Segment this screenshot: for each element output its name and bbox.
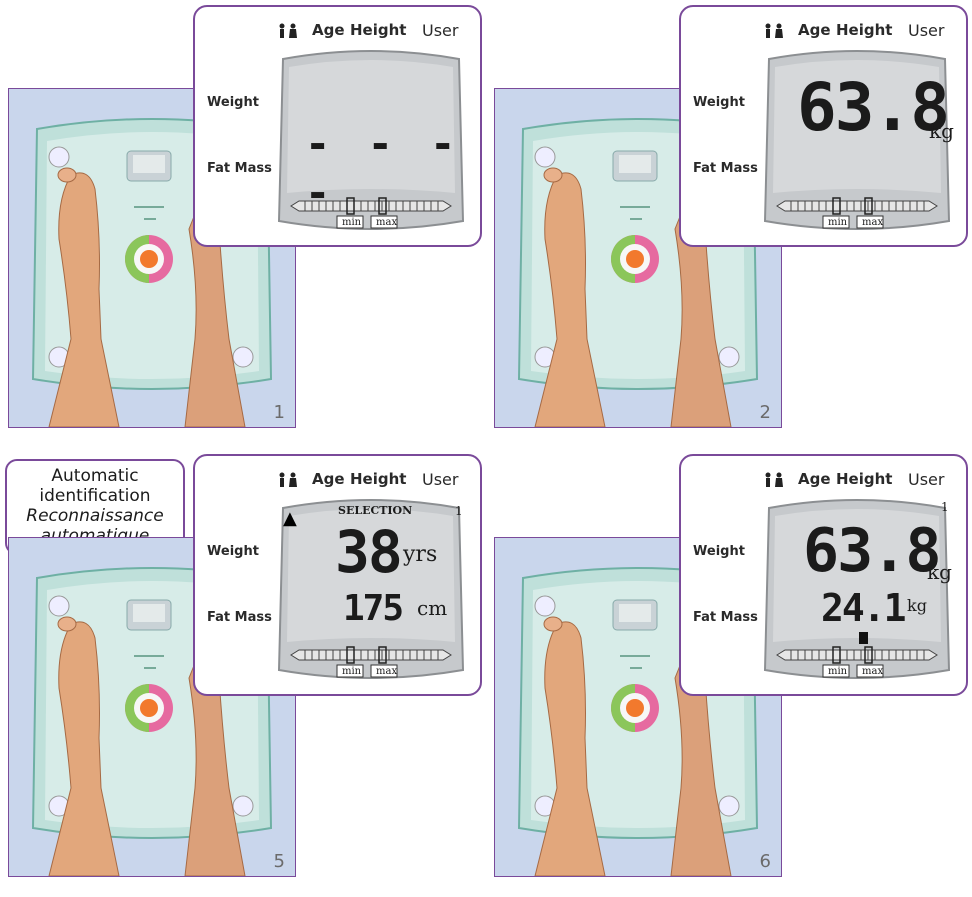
age-header: Age <box>312 470 345 488</box>
user-header: User <box>422 21 459 40</box>
step-number: 2 <box>759 402 771 423</box>
max-label: max <box>376 666 398 677</box>
display-callout: Age Height User Weight Fat Mass min max … <box>679 5 968 247</box>
step-number: 1 <box>273 402 285 423</box>
user-header: User <box>422 470 459 489</box>
step-number: 6 <box>759 851 771 872</box>
height-header: Height <box>350 21 407 39</box>
fat-mass-label: Fat Mass <box>693 610 758 625</box>
max-label: max <box>376 217 398 228</box>
display-callout: Age Height User Weight Fat Mass min max … <box>679 454 968 696</box>
min-label: min <box>342 217 362 228</box>
height-header: Height <box>836 470 893 488</box>
badge-line-3: Reconnaissance <box>26 506 164 526</box>
age-header: Age <box>798 470 831 488</box>
weight-reading: 63.8 <box>803 516 941 586</box>
step-panel-5: Automatic identification Reconnaissance … <box>0 449 486 897</box>
weight-label: Weight <box>693 544 745 559</box>
weight-reading: - - - - <box>305 119 462 217</box>
step-number: 5 <box>273 851 285 872</box>
min-label: min <box>828 217 848 228</box>
max-label: max <box>862 217 884 228</box>
min-label: min <box>828 666 848 677</box>
height-unit: cm <box>417 596 448 620</box>
step-panel-6: 6 Age Height User Weight Fat Mass min ma… <box>486 449 972 897</box>
fat-level-marker <box>859 632 868 644</box>
male-female-icon <box>765 472 783 487</box>
badge-line-1: Automatic <box>51 466 139 486</box>
male-female-icon <box>765 23 783 38</box>
fat-mass-unit: kg <box>907 596 927 615</box>
weight-unit: kg <box>927 560 952 584</box>
display-callout: Age Height User Weight Fat Mass min max … <box>193 5 482 247</box>
height-header: Height <box>350 470 407 488</box>
height-reading: 175 <box>343 588 404 629</box>
min-label: min <box>342 666 362 677</box>
display-callout: Age Height User Weight Fat Mass min max … <box>193 454 482 696</box>
age-reading: 38 <box>335 518 403 586</box>
fat-mass-reading: 24.1 <box>821 586 907 630</box>
male-female-icon <box>279 23 297 38</box>
age-unit: yrs <box>403 542 438 567</box>
weight-reading: 63.8 <box>797 69 950 146</box>
user-header: User <box>908 21 945 40</box>
user-number: 1 <box>941 500 949 514</box>
weight-label: Weight <box>207 544 259 559</box>
weight-unit: kg <box>929 119 954 143</box>
selection-label: SELECTION <box>338 504 413 517</box>
fat-mass-label: Fat Mass <box>207 610 272 625</box>
weight-label: Weight <box>693 95 745 110</box>
male-female-icon <box>279 472 297 487</box>
max-label: max <box>862 666 884 677</box>
person-icon: ▲ <box>283 508 297 529</box>
user-header: User <box>908 470 945 489</box>
badge-line-2: identification <box>39 486 151 506</box>
age-header: Age <box>798 21 831 39</box>
user-number: 1 <box>455 504 463 518</box>
weight-label: Weight <box>207 95 259 110</box>
step-panel-1: 1 Age Height User Weight Fat Mass min ma… <box>0 0 486 448</box>
height-header: Height <box>836 21 893 39</box>
fat-mass-label: Fat Mass <box>693 161 758 176</box>
fat-mass-label: Fat Mass <box>207 161 272 176</box>
step-panel-2: 2 Age Height User Weight Fat Mass min ma… <box>486 0 972 448</box>
age-header: Age <box>312 21 345 39</box>
